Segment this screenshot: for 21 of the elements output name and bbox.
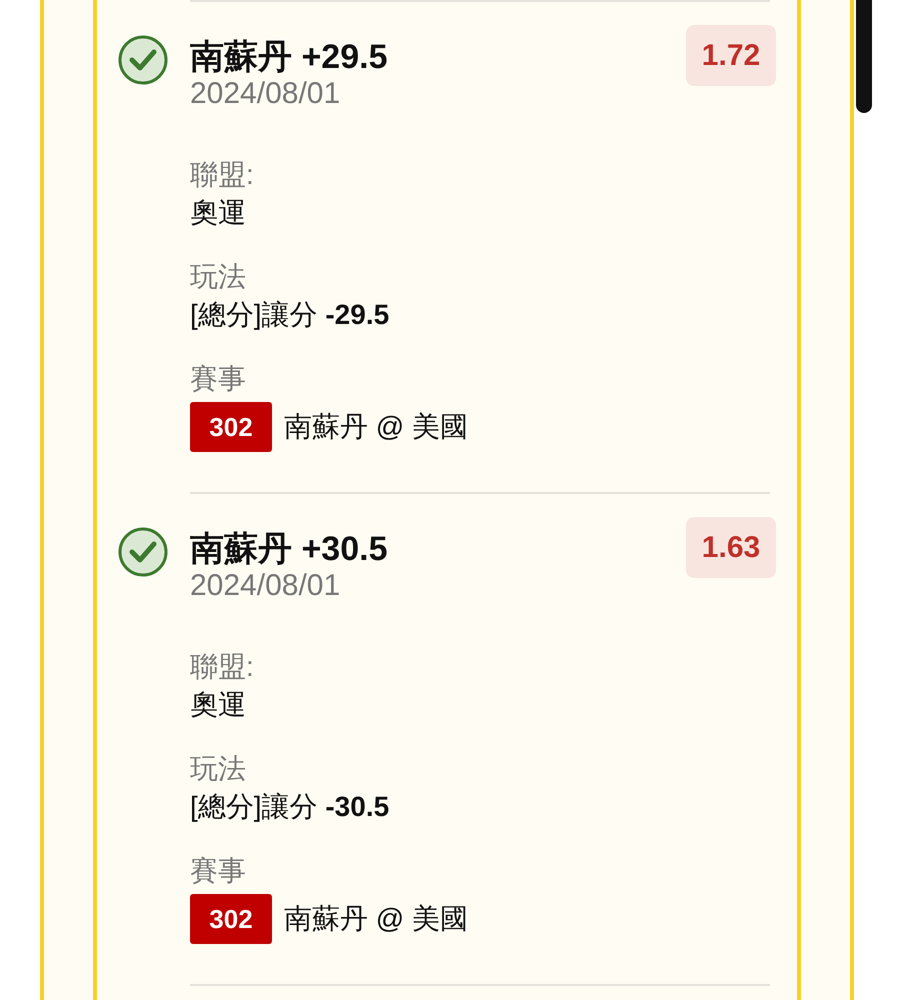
event-code: 302 xyxy=(190,894,272,944)
field-value: 南蘇丹 @ 美國 xyxy=(284,902,468,936)
event-code: 302 xyxy=(190,402,272,452)
bet-date: 2024/08/01 xyxy=(190,568,342,604)
field-label: 聯盟: xyxy=(190,158,254,192)
bet-title: 南蘇丹 +29.5 xyxy=(190,38,388,76)
odds-badge: 1.72 xyxy=(686,25,776,86)
field-value: 奧運 xyxy=(190,196,246,230)
field-value: 奧運 xyxy=(190,688,246,722)
field-label: 玩法 xyxy=(190,260,246,294)
field-label: 玩法 xyxy=(190,752,246,786)
bet-title: 南蘇丹 +30.5 xyxy=(190,530,388,568)
field-value: [總分]讓分 -29.5 xyxy=(190,298,390,332)
field-label: 賽事 xyxy=(190,362,246,396)
scrollbar[interactable] xyxy=(856,0,872,113)
odds-badge: 1.63 xyxy=(686,517,776,578)
bet-date: 2024/08/01 xyxy=(190,76,342,112)
field-value: 南蘇丹 @ 美國 xyxy=(284,410,468,444)
field-value: [總分]讓分 -30.5 xyxy=(190,790,390,824)
field-label: 聯盟: xyxy=(190,650,254,684)
field-label: 賽事 xyxy=(190,854,246,888)
